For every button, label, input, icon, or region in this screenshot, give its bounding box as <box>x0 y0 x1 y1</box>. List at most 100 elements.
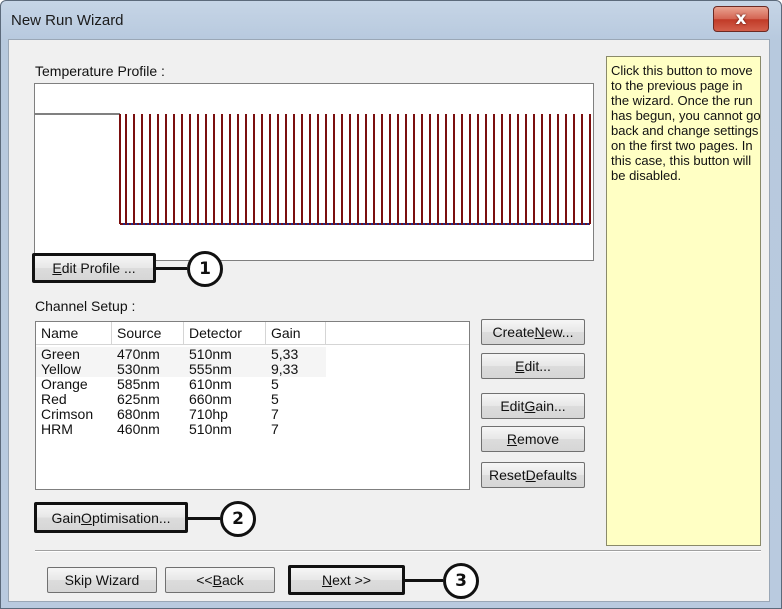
profile-acquisition-dot <box>363 223 365 225</box>
profile-acquisition-dot <box>255 223 257 225</box>
close-button[interactable]: x <box>713 6 769 32</box>
profile-acquisition-dot <box>455 223 457 225</box>
profile-acquisition-dot <box>279 223 281 225</box>
profile-acquisition-dot <box>295 223 297 225</box>
profile-acquisition-dot <box>215 223 217 225</box>
edit-channel-label-mnemonic: E <box>515 358 525 374</box>
profile-acquisition-dot <box>463 223 465 225</box>
profile-acquisition-dot <box>319 223 321 225</box>
reset-defaults-label-mnemonic: D <box>525 467 536 483</box>
profile-acquisition-dot <box>419 223 421 225</box>
edit-channel-label-post: dit... <box>524 358 551 374</box>
profile-acquisition-dot <box>547 223 549 225</box>
gain-optimisation-label-pre: Gain <box>51 509 82 526</box>
back-button[interactable]: << Back <box>165 567 275 593</box>
profile-acquisition-dot <box>179 223 181 225</box>
profile-acquisition-dot <box>491 223 493 225</box>
reset-defaults-button[interactable]: Reset Defaults <box>481 462 585 488</box>
profile-acquisition-dot <box>243 223 245 225</box>
title-bar[interactable]: New Run Wizard x <box>1 1 781 39</box>
profile-acquisition-dot <box>315 223 317 225</box>
channel-cell-detector: 510nm <box>189 421 232 437</box>
edit-channel-button[interactable]: Edit... <box>481 353 585 379</box>
profile-acquisition-dot <box>399 223 401 225</box>
profile-acquisition-dot <box>467 223 469 225</box>
column-header-detector[interactable]: Detector <box>184 322 266 344</box>
profile-acquisition-dot <box>439 223 441 225</box>
profile-acquisition-dot <box>271 223 273 225</box>
skip-wizard-button[interactable]: Skip Wizard <box>47 567 157 593</box>
create-new-label-mnemonic: N <box>534 324 545 340</box>
profile-acquisition-dot <box>539 223 541 225</box>
profile-acquisition-dot <box>503 223 505 225</box>
create-new-button[interactable]: Create New... <box>481 319 585 345</box>
profile-acquisition-dot <box>351 223 353 225</box>
profile-acquisition-dot <box>403 223 405 225</box>
edit-gain-label-post: ain... <box>535 398 566 414</box>
profile-acquisition-dot <box>263 223 265 225</box>
profile-acquisition-dot <box>451 223 453 225</box>
channel-cell-detector: 510nm <box>189 346 232 362</box>
temperature-profile-graph <box>34 83 594 261</box>
channel-cell-source: 530nm <box>117 361 160 377</box>
remove-label-post: emove <box>517 431 560 447</box>
profile-acquisition-dot <box>535 223 537 225</box>
column-header-name[interactable]: Name <box>36 322 112 344</box>
callout-2-number: 2 <box>232 509 244 529</box>
channel-cell-source: 470nm <box>117 346 160 362</box>
channel-cell-detector: 610nm <box>189 376 232 392</box>
channel-cell-name: Yellow <box>41 361 81 377</box>
next-label-post: ext >> <box>332 572 372 588</box>
profile-acquisition-dot <box>159 223 161 225</box>
channel-cell-gain: 7 <box>271 406 279 422</box>
back-label-post: ack <box>221 572 244 588</box>
profile-acquisition-dot <box>479 223 481 225</box>
profile-acquisition-dot <box>187 223 189 225</box>
help-panel: Click this button to move to the previou… <box>606 56 761 546</box>
profile-acquisition-dot <box>347 223 349 225</box>
profile-acquisition-dot <box>167 223 169 225</box>
profile-acquisition-dot <box>571 223 573 225</box>
profile-acquisition-dot <box>227 223 229 225</box>
channel-cell-gain: 5 <box>271 391 279 407</box>
channel-row[interactable]: Yellow 530nm 555nm 9,33 <box>36 362 326 377</box>
channel-list[interactable]: Name Source Detector Gain Green 470nm 510n… <box>35 321 470 490</box>
profile-acquisition-dot <box>139 223 141 225</box>
footer-separator <box>35 550 761 552</box>
channel-row[interactable]: Crimson 680nm 710hp 7 <box>36 407 326 422</box>
remove-channel-button[interactable]: Remove <box>481 426 585 452</box>
channel-cell-name: Red <box>41 391 67 407</box>
channel-row[interactable]: Orange 585nm 610nm 5 <box>36 377 326 392</box>
profile-acquisition-dot <box>471 223 473 225</box>
profile-acquisition-dot <box>199 223 201 225</box>
channel-cell-source: 680nm <box>117 406 160 422</box>
gain-optimisation-button[interactable]: Gain Optimisation... <box>34 502 188 533</box>
edit-gain-button[interactable]: Edit Gain... <box>481 393 585 419</box>
channel-row[interactable]: HRM 460nm 510nm 7 <box>36 422 326 437</box>
channel-row[interactable]: Green 470nm 510nm 5,33 <box>36 347 326 362</box>
profile-acquisition-dot <box>579 223 581 225</box>
close-x-icon: x <box>735 9 747 29</box>
channel-row[interactable]: Red 625nm 660nm 5 <box>36 392 326 407</box>
callout-3-number: 3 <box>455 571 467 591</box>
profile-acquisition-dot <box>143 223 145 225</box>
profile-acquisition-dot <box>183 223 185 225</box>
next-button[interactable]: Next >> <box>288 565 405 595</box>
profile-acquisition-dot <box>303 223 305 225</box>
profile-acquisition-dot <box>283 223 285 225</box>
back-label-mnemonic: B <box>212 572 222 588</box>
edit-profile-button[interactable]: Edit Profile ... <box>32 253 156 283</box>
profile-acquisition-dot <box>311 223 313 225</box>
column-header-gain[interactable]: Gain <box>266 322 326 344</box>
profile-acquisition-dot <box>231 223 233 225</box>
edit-gain-label-pre: Edit <box>500 398 525 414</box>
profile-acquisition-dot <box>411 223 413 225</box>
profile-acquisition-dot <box>443 223 445 225</box>
callout-2-line <box>188 517 220 520</box>
profile-acquisition-dot <box>583 223 585 225</box>
column-header-source[interactable]: Source <box>112 322 184 344</box>
profile-acquisition-dot <box>203 223 205 225</box>
profile-acquisition-dot <box>523 223 525 225</box>
profile-acquisition-dot <box>371 223 373 225</box>
callout-1-number: 1 <box>199 259 211 279</box>
